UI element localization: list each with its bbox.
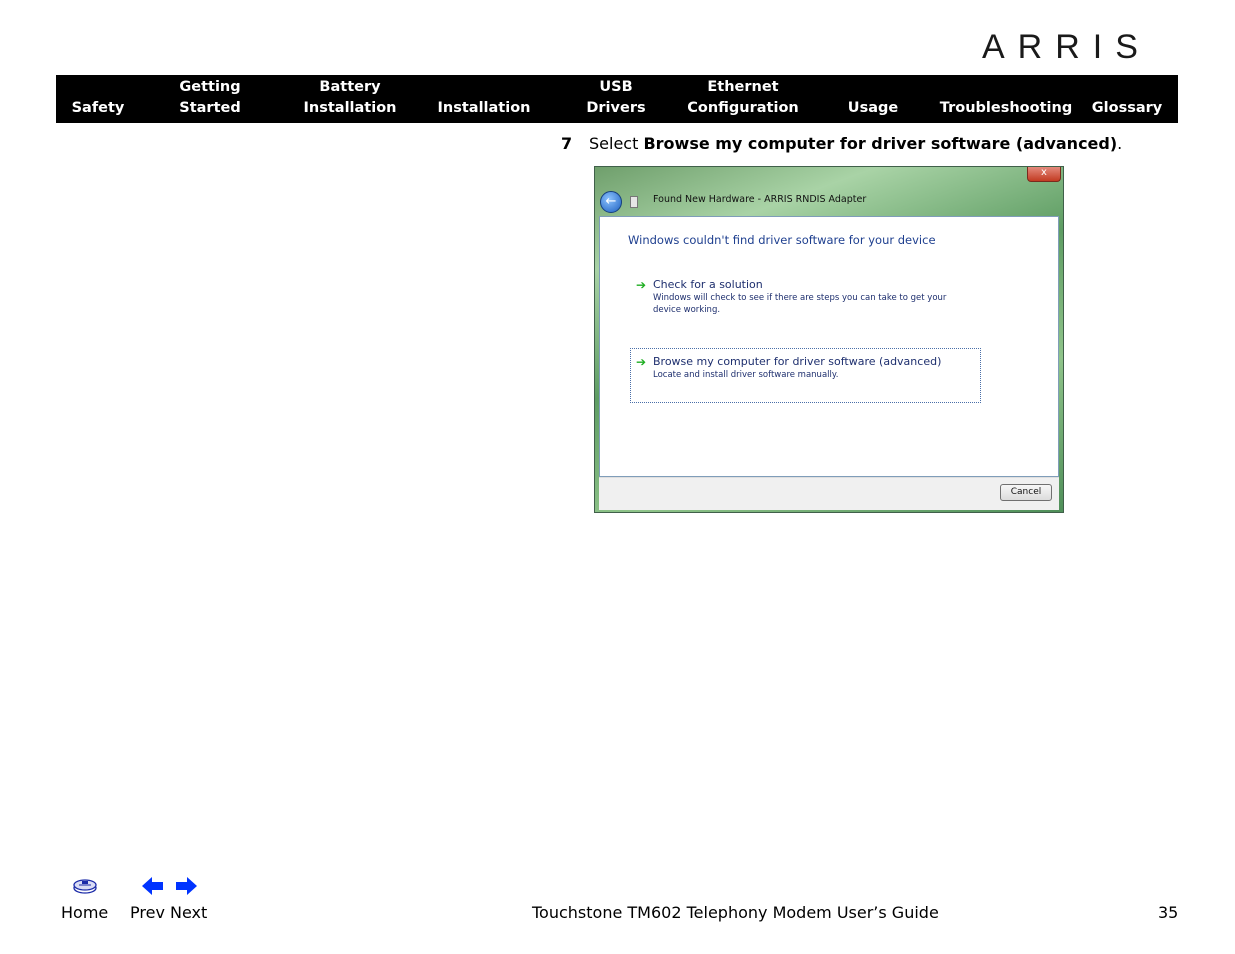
nav-item-getting-started[interactable]: Getting Started (172, 77, 248, 119)
found-new-hardware-dialog-screenshot: x ← Found New Hardware - ARRIS RNDIS Ada… (594, 166, 1064, 513)
step-bold-text: Browse my computer for driver software (… (643, 134, 1118, 153)
nav-item-line2: Started (179, 100, 241, 116)
next-arrow-icon[interactable] (175, 877, 197, 895)
green-arrow-icon: ➔ (636, 278, 647, 292)
step-prefix: Select (589, 134, 644, 153)
document-title: Touchstone TM602 Telephony Modem User’s … (532, 903, 939, 922)
nav-item-line1: Battery (319, 79, 381, 95)
nav-item-troubleshooting[interactable]: Troubleshooting (936, 98, 1076, 119)
nav-item-usage[interactable]: Usage (840, 98, 906, 119)
nav-item-line2: Glossary (1091, 100, 1163, 116)
step-suffix: . (1117, 134, 1123, 153)
dialog-title: Found New Hardware - ARRIS RNDIS Adapter (653, 194, 867, 205)
nav-item-line2: Safety (71, 100, 125, 116)
nav-item-line1: Getting (179, 79, 241, 95)
nav-item-installation[interactable]: Installation (434, 98, 534, 119)
dialog-body: Windows couldn't find driver software fo… (599, 216, 1059, 477)
nav-item-line2: Installation (437, 100, 531, 116)
nav-item-usb-drivers[interactable]: USB Drivers (582, 77, 650, 119)
cancel-button: Cancel (1000, 484, 1052, 501)
green-arrow-icon: ➔ (636, 355, 647, 369)
nav-item-line2: Installation (303, 100, 397, 116)
next-link[interactable]: Next (170, 903, 207, 923)
nav-item-line2: Drivers (586, 100, 646, 116)
page-number: 35 (1158, 903, 1179, 922)
back-arrow-icon: ← (600, 191, 622, 213)
prev-arrow-icon[interactable] (142, 877, 164, 895)
step-instruction: 7 Select Browse my computer for driver so… (561, 134, 1122, 153)
option-browse-title: Browse my computer for driver software (… (653, 355, 942, 368)
nav-item-safety[interactable]: Safety (64, 98, 132, 119)
home-link[interactable]: Home (61, 903, 108, 923)
nav-item-battery-installation[interactable]: Battery Installation (300, 77, 400, 119)
hardware-icon (630, 196, 638, 208)
option-browse-desc: Locate and install driver software manua… (653, 370, 839, 380)
nav-item-line2: Configuration (687, 100, 799, 116)
dialog-heading: Windows couldn't find driver software fo… (628, 233, 936, 247)
nav-item-line1: Ethernet (707, 79, 779, 95)
nav-item-line1: USB (599, 79, 633, 95)
nav-item-glossary[interactable]: Glossary (1088, 98, 1166, 119)
arris-logo: ARRIS (982, 28, 1151, 66)
nav-item-line2: Usage (847, 100, 899, 116)
step-number: 7 (561, 134, 573, 153)
prev-link[interactable]: Prev (130, 903, 165, 923)
close-icon: x (1027, 167, 1061, 182)
nav-item-line2: Troubleshooting (939, 100, 1073, 116)
option-check-solution-title: Check for a solution (653, 278, 763, 291)
option-check-solution-desc: Windows will check to see if there are s… (653, 293, 947, 315)
home-icon[interactable] (72, 877, 98, 895)
dialog-footer: Cancel (599, 477, 1059, 510)
nav-item-ethernet-configuration[interactable]: Ethernet Configuration (684, 77, 802, 119)
top-navigation-bar: Safety Getting Started Battery Installat… (56, 75, 1178, 123)
